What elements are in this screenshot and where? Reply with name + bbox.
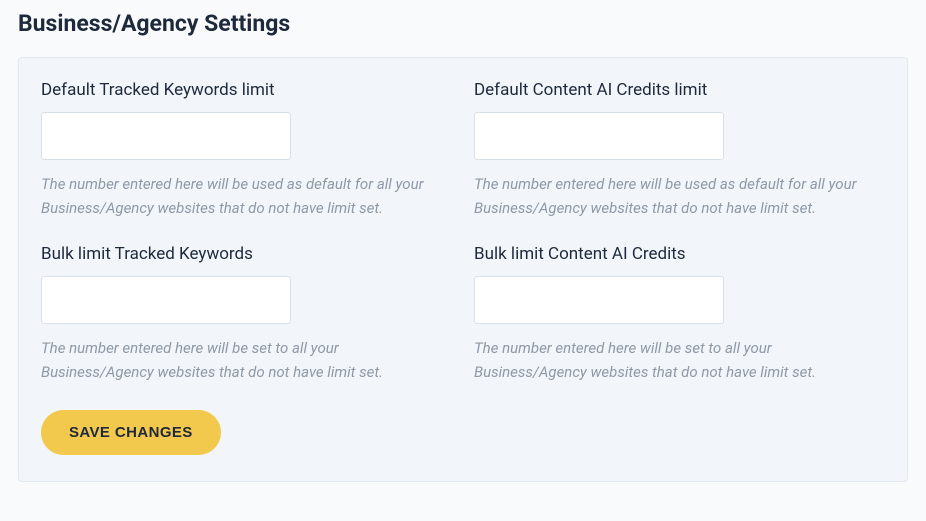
- default-tracked-keywords-input[interactable]: [41, 112, 291, 160]
- field-help: The number entered here will be used as …: [474, 172, 885, 220]
- field-default-content-ai-credits: Default Content AI Credits limit The num…: [474, 80, 885, 220]
- field-label: Default Tracked Keywords limit: [41, 80, 452, 100]
- bulk-tracked-keywords-input[interactable]: [41, 276, 291, 324]
- field-label: Bulk limit Content AI Credits: [474, 244, 885, 264]
- field-help: The number entered here will be set to a…: [474, 336, 885, 384]
- field-label: Default Content AI Credits limit: [474, 80, 885, 100]
- field-default-tracked-keywords: Default Tracked Keywords limit The numbe…: [41, 80, 452, 220]
- default-content-ai-credits-input[interactable]: [474, 112, 724, 160]
- field-help: The number entered here will be used as …: [41, 172, 452, 220]
- field-help: The number entered here will be set to a…: [41, 336, 452, 384]
- save-changes-button[interactable]: SAVE CHANGES: [41, 410, 221, 455]
- page-title: Business/Agency Settings: [18, 10, 908, 37]
- bulk-content-ai-credits-input[interactable]: [474, 276, 724, 324]
- settings-panel: Default Tracked Keywords limit The numbe…: [18, 57, 908, 482]
- actions-row: SAVE CHANGES: [41, 410, 885, 455]
- field-label: Bulk limit Tracked Keywords: [41, 244, 452, 264]
- field-bulk-content-ai-credits: Bulk limit Content AI Credits The number…: [474, 244, 885, 384]
- field-bulk-tracked-keywords: Bulk limit Tracked Keywords The number e…: [41, 244, 452, 384]
- settings-grid: Default Tracked Keywords limit The numbe…: [41, 80, 885, 384]
